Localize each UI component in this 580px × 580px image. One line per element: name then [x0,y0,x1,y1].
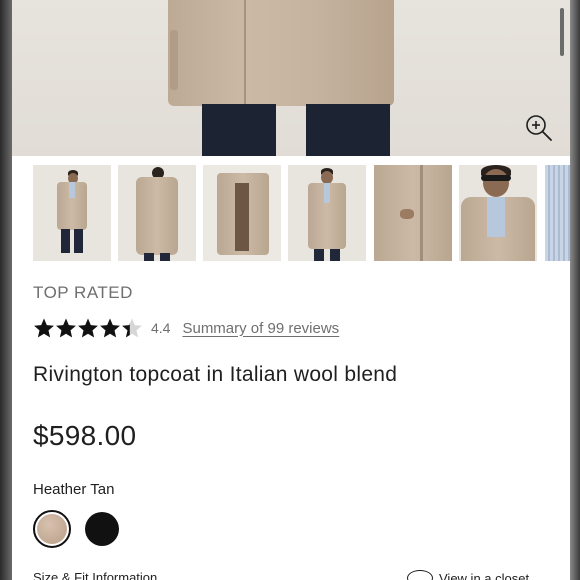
hero-trouser-left [202,104,276,156]
hero-coat-seam [244,0,246,104]
view-link-label: View in a closet [439,570,530,580]
thumbnail-full-front[interactable] [33,165,111,261]
rating-value: 4.4 [151,320,171,336]
hero-coat-pocket [170,30,178,90]
star-icon [34,318,54,338]
star-rating [33,317,143,339]
hero-coat [168,0,394,106]
thumbnail-front-2[interactable] [288,165,366,261]
hero-product-image[interactable] [0,0,580,156]
thumbnail-strip[interactable] [33,165,580,261]
size-fit-link[interactable]: Size & Fit Information [33,570,157,580]
product-title: Rivington topcoat in Italian wool blend [33,363,398,386]
scroll-indicator[interactable] [560,8,564,56]
color-swatch-black[interactable] [85,512,119,546]
top-rated-badge: TOP RATED [33,283,133,302]
star-icon [78,318,98,338]
eye-icon [407,570,433,580]
star-icon [56,318,76,338]
star-icon [122,318,142,338]
hero-trouser-right [306,104,390,156]
rating-row: 4.4 Summary of 99 reviews [33,316,339,340]
thumbnail-pocket-detail[interactable] [374,165,452,261]
product-price: $598.00 [33,420,137,451]
zoom-in-icon[interactable] [524,113,554,143]
color-swatch-heather-tan[interactable] [33,510,71,548]
star-icon [100,318,120,338]
bottom-links: Size & Fit Information View in a closet [33,570,563,580]
thumbnail-flat-lay[interactable] [203,165,281,261]
view-in-closet-link[interactable]: View in a closet [407,570,529,580]
thumbnail-upper-body[interactable] [459,165,537,261]
screen-edge-right [570,0,580,580]
selected-color-name: Heather Tan [33,481,115,498]
product-page: TOP RATED 4.4 Summary of 99 reviews Rivi… [0,0,580,580]
screen-edge-left [0,0,12,580]
swatch-fill [37,514,67,544]
reviews-summary-link[interactable]: Summary of 99 reviews [182,320,339,337]
thumbnail-back[interactable] [118,165,196,261]
